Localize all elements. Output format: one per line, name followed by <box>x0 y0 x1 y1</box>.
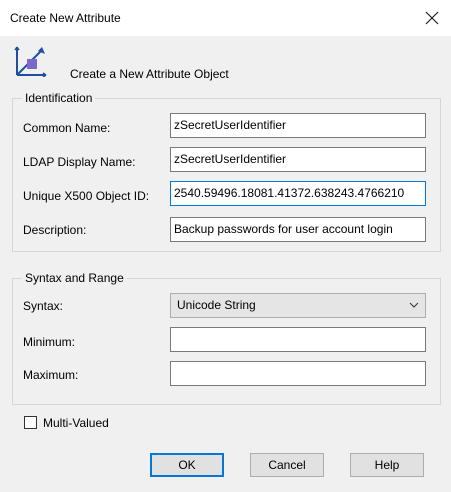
minimum-label: Minimum: <box>23 335 76 349</box>
header-text: Create a New Attribute Object <box>70 67 229 81</box>
help-button[interactable]: Help <box>350 453 424 477</box>
common-name-label: Common Name: <box>23 121 111 135</box>
attribute-object-icon <box>14 46 47 77</box>
syntax-label: Syntax: <box>23 299 64 313</box>
syntax-range-legend: Syntax and Range <box>22 271 127 285</box>
description-label: Description: <box>23 223 87 237</box>
minimum-field[interactable] <box>170 327 426 352</box>
maximum-label: Maximum: <box>23 368 79 382</box>
description-field[interactable]: Backup passwords for user account login <box>170 217 426 242</box>
window-title: Create New Attribute <box>10 11 121 25</box>
close-icon <box>425 11 439 25</box>
identification-legend: Identification <box>22 91 96 105</box>
chevron-down-icon <box>409 302 419 308</box>
syntax-select[interactable]: Unicode String <box>170 293 426 318</box>
maximum-field[interactable] <box>170 361 426 386</box>
ok-button[interactable]: OK <box>150 453 224 477</box>
title-bar: Create New Attribute <box>0 0 451 36</box>
multi-valued-label[interactable]: Multi-Valued <box>43 416 109 430</box>
cancel-button[interactable]: Cancel <box>250 453 324 477</box>
close-button[interactable] <box>421 7 443 29</box>
ldap-display-name-label: LDAP Display Name: <box>23 155 136 169</box>
ldap-display-name-field[interactable]: zSecretUserIdentifier <box>170 147 426 172</box>
object-id-field[interactable]: 2540.59496.18081.41372.638243.4766210 <box>170 181 426 206</box>
multi-valued-checkbox[interactable] <box>24 416 37 429</box>
syntax-selected-value: Unicode String <box>177 298 256 312</box>
object-id-label: Unique X500 Object ID: <box>23 189 150 203</box>
common-name-field[interactable]: zSecretUserIdentifier <box>170 113 426 138</box>
